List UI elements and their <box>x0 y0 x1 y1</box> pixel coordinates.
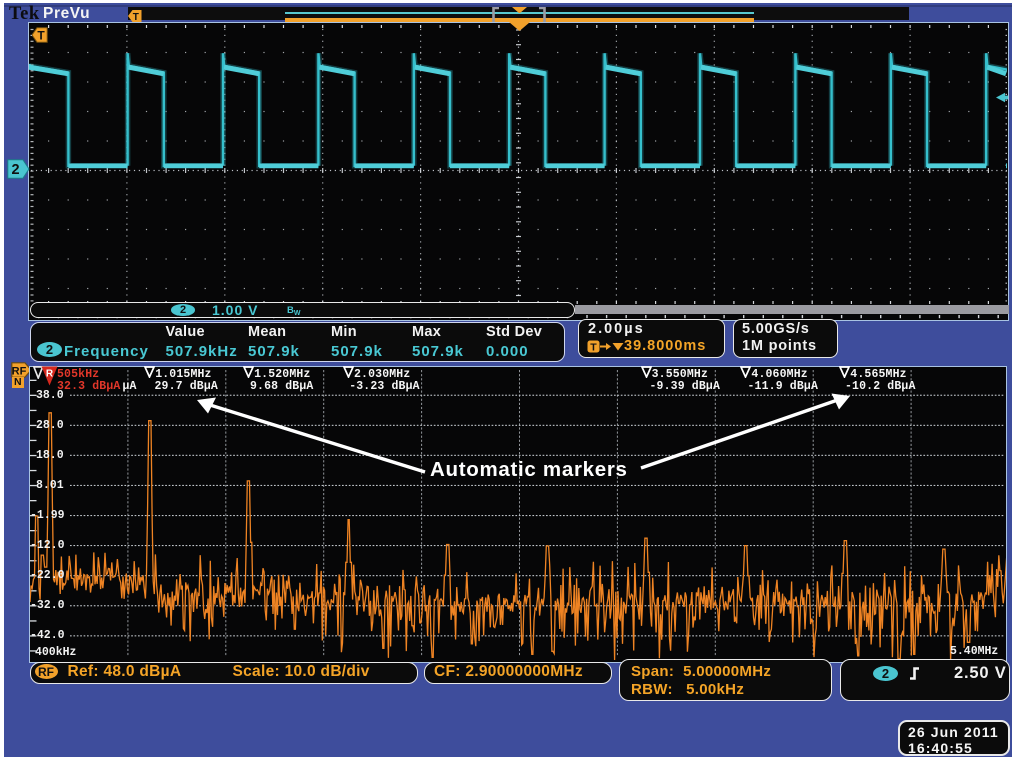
svg-text:T: T <box>590 341 597 353</box>
svg-text:2: 2 <box>11 162 19 178</box>
svg-text:T: T <box>133 11 139 21</box>
svg-text:RF: RF <box>12 365 27 377</box>
svg-text:T: T <box>37 29 45 43</box>
